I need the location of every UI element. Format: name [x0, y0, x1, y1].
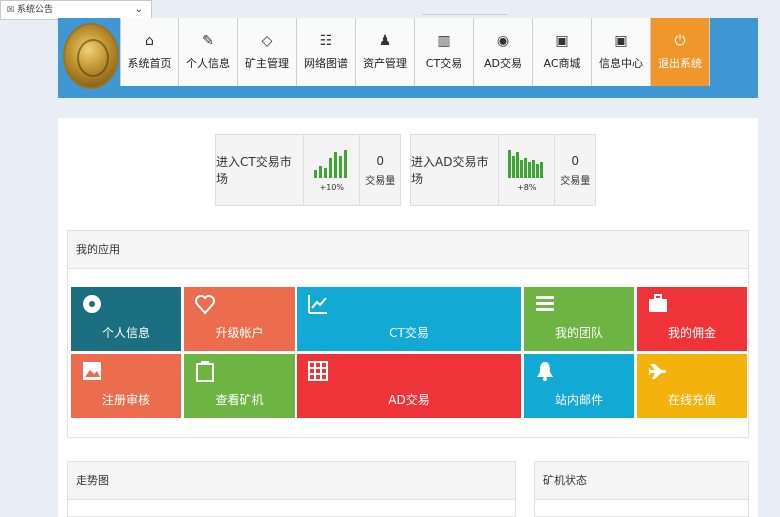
- ad-bar-sparkline-icon: [507, 150, 543, 178]
- nav-item-label: 系统首页: [127, 57, 172, 70]
- top-nav: ⌂ 系统首页 ✎ 个人信息 ◇ 矿主管理 ☷ 网络图谱 ♟ 资产管理 ▥ CT交易 ◉ AD交易 ▣ AC商城…: [120, 18, 710, 86]
- my-apps-title: 我的应用: [68, 231, 748, 269]
- announcement-select[interactable]: ☒ 系统公告 ⌄: [0, 0, 152, 20]
- trend-panel: 走势图: [67, 461, 516, 517]
- announcement-icon: ☒: [7, 5, 15, 14]
- briefcase-icon: [649, 294, 667, 312]
- ad-market-card[interactable]: 进入AD交易市场 +8% 0 交易量: [410, 134, 596, 206]
- nav-item-label: 退出系统: [658, 57, 702, 70]
- home-icon: ⌂: [145, 33, 154, 49]
- nav-item-label: 信息中心: [599, 57, 643, 70]
- nav-item-label: CT交易: [425, 57, 463, 70]
- app-tile-label: 在线充值: [667, 393, 716, 407]
- app-tile-5[interactable]: 注册审核: [71, 354, 181, 418]
- enter-ct-market-link[interactable]: 进入CT交易市场: [216, 135, 303, 205]
- app-tile-2[interactable]: CT交易: [297, 287, 521, 351]
- diamond-icon: ◇: [261, 33, 273, 49]
- ad-change: +8%: [517, 183, 537, 192]
- header: ⌂ 系统首页 ✎ 个人信息 ◇ 矿主管理 ☷ 网络图谱 ♟ 资产管理 ▥ CT交易 ◉ AD交易 ▣ AC商城…: [58, 18, 758, 98]
- list-icon: [536, 296, 554, 311]
- ct-bar-sparkline-icon: [313, 150, 347, 178]
- ct-volume-value: 0: [376, 153, 385, 168]
- app-tile-label: 我的团队: [554, 326, 603, 340]
- bar-chart-icon: ▥: [437, 33, 451, 49]
- nav-item-6[interactable]: ◉ AD交易: [474, 18, 533, 86]
- ad-volume-label: 交易量: [560, 175, 591, 187]
- ct-sparkline: +10%: [303, 135, 361, 205]
- app-tile-label: 注册审核: [101, 393, 150, 407]
- picture-icon: [83, 362, 101, 380]
- main-panel: 进入CT交易市场 +10% 0 交易量 进入AD交易市场 +8% 0 交易量 我…: [58, 118, 758, 517]
- calendar-icon: ▣: [555, 33, 569, 49]
- app-tile-4[interactable]: 我的佣金: [637, 287, 747, 351]
- nav-item-3[interactable]: ☷ 网络图谱: [297, 18, 356, 86]
- plane-icon: [649, 364, 666, 379]
- clipboard-icon: [196, 361, 214, 382]
- bell-icon: [537, 362, 553, 381]
- app-tile-label: 升级帐户: [215, 326, 264, 340]
- app-tile-3[interactable]: 我的团队: [524, 287, 634, 351]
- app-tile-label: 我的佣金: [667, 326, 716, 340]
- my-apps-panel: 我的应用 个人信息 升级帐户 CT交易 我的团队 我的佣金注册审核 查看矿机 AD交易 站内邮…: [67, 230, 749, 438]
- nav-item-4[interactable]: ♟ 资产管理: [356, 18, 415, 86]
- miner-status-panel: 矿机状态: [534, 461, 749, 517]
- app-tile-label: AD交易: [388, 393, 430, 407]
- ct-change: +10%: [319, 183, 344, 192]
- nav-item-2[interactable]: ◇ 矿主管理: [238, 18, 297, 86]
- app-tile-6[interactable]: 查看矿机: [184, 354, 295, 418]
- app-tile-9[interactable]: 在线充值: [637, 354, 747, 418]
- app-tile-8[interactable]: 站内邮件: [524, 354, 634, 418]
- edit-icon: ✎: [202, 33, 214, 49]
- nav-item-1[interactable]: ✎ 个人信息: [179, 18, 238, 86]
- enter-ad-market-link[interactable]: 进入AD交易市场: [411, 135, 498, 205]
- app-tile-label: CT交易: [389, 326, 429, 340]
- heart-icon: [195, 295, 215, 315]
- nav-item-0[interactable]: ⌂ 系统首页: [120, 18, 179, 86]
- trend-title: 走势图: [68, 462, 515, 500]
- nav-item-label: AD交易: [484, 57, 522, 70]
- logo: [63, 23, 119, 89]
- grid-icon: [308, 361, 328, 381]
- app-tile-7[interactable]: AD交易: [297, 354, 521, 418]
- dashboard-icon: [83, 295, 101, 313]
- nav-item-9[interactable]: ⏻ 退出系统: [651, 18, 710, 86]
- app-tile-label: 站内邮件: [554, 393, 603, 407]
- nav-item-label: AC商城: [543, 57, 581, 70]
- nav-item-label: 网络图谱: [304, 57, 348, 70]
- nav-item-label: 矿主管理: [245, 57, 289, 70]
- ct-market-card[interactable]: 进入CT交易市场 +10% 0 交易量: [215, 134, 401, 206]
- app-tile-1[interactable]: 升级帐户: [184, 287, 295, 351]
- nav-item-5[interactable]: ▥ CT交易: [415, 18, 474, 86]
- ct-volume: 0 交易量: [360, 135, 400, 205]
- nav-item-7[interactable]: ▣ AC商城: [533, 18, 592, 86]
- user-icon: ♟: [378, 33, 392, 49]
- app-tile-label: 个人信息: [101, 326, 150, 340]
- nav-item-label: 资产管理: [363, 57, 407, 70]
- miner-status-title: 矿机状态: [535, 462, 748, 500]
- app-tile-0[interactable]: 个人信息: [71, 287, 181, 351]
- users-icon: ☷: [319, 33, 333, 49]
- dashboard-icon: ◉: [496, 33, 510, 49]
- nav-item-8[interactable]: ▣ 信息中心: [592, 18, 651, 86]
- nav-item-label: 个人信息: [186, 57, 230, 70]
- calendar-icon: ▣: [614, 33, 628, 49]
- ct-volume-label: 交易量: [365, 175, 396, 187]
- app-tile-label: 查看矿机: [215, 393, 264, 407]
- chevron-down-icon: ⌄: [134, 4, 143, 15]
- ad-volume: 0 交易量: [555, 135, 595, 205]
- announcement-label: 系统公告: [17, 5, 54, 15]
- ad-sparkline: +8%: [498, 135, 556, 205]
- line-chart-icon: [308, 295, 327, 314]
- power-icon: ⏻: [674, 33, 686, 49]
- ad-volume-value: 0: [571, 153, 580, 168]
